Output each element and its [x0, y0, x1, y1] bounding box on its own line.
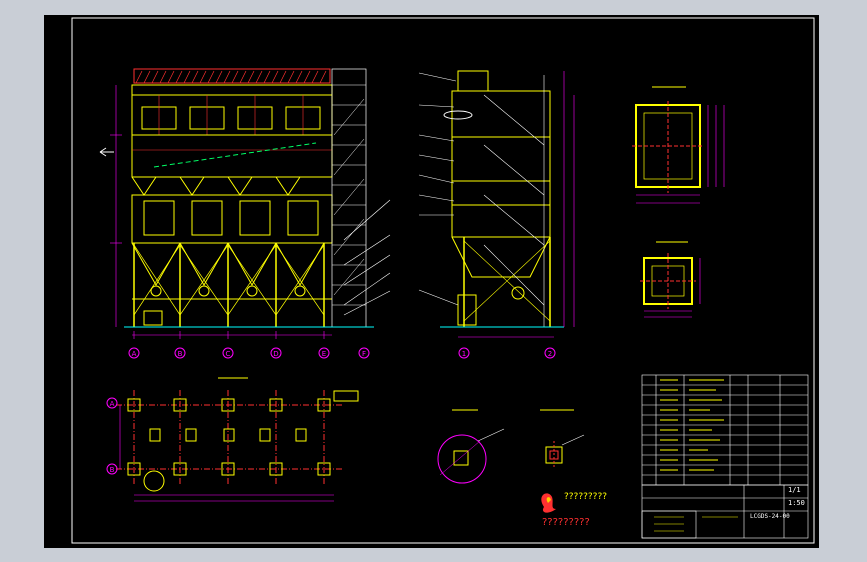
detail-flange	[640, 241, 701, 318]
axis-label-d: D	[273, 350, 278, 358]
circular-section-detail	[437, 409, 505, 484]
front-axis-bubbles: A B C D E F	[128, 347, 370, 359]
plan-axis-bubbles: A B	[106, 397, 118, 475]
side-axis-label-2: 2	[548, 350, 552, 358]
logo-text: ?????????	[564, 492, 607, 502]
foundation-plan	[116, 377, 359, 502]
detail-upper	[632, 86, 725, 204]
drawing-border	[71, 17, 815, 544]
parts-list-table	[641, 374, 809, 486]
front-elevation	[99, 68, 374, 328]
flue-line	[153, 142, 317, 168]
side-axis-label-1: 1	[462, 350, 466, 358]
project-code: LCGDS-24-00	[750, 513, 790, 520]
scale-value: 1:50	[788, 499, 805, 507]
drawing-canvas[interactable]: A B C D E F 1 2 A B ????????? ????????? …	[44, 15, 819, 548]
axis-label-c: C	[226, 350, 231, 358]
side-elevation	[440, 70, 564, 328]
axis-label-f: F	[362, 350, 366, 358]
axis-label-e: E	[322, 350, 326, 358]
logo-caption: ?????????	[542, 517, 590, 528]
title-block	[641, 484, 809, 539]
plan-axis-label-b: B	[110, 466, 115, 474]
plan-axis-label-a: A	[110, 400, 115, 408]
company-logo: ????????? ?????????	[541, 492, 607, 528]
front-leaders	[343, 199, 391, 316]
side-dimensions	[458, 71, 575, 338]
cad-drawing: A B C D E F 1 2 A B ????????? ????????? …	[71, 17, 815, 544]
axis-label-b: B	[178, 350, 183, 358]
anchor-bolt-detail	[540, 409, 585, 469]
flame-icon	[541, 493, 556, 513]
sheet-number: 1/1	[788, 486, 801, 494]
axis-label-a: A	[132, 350, 137, 358]
side-axis-bubbles: 1 2	[458, 347, 556, 359]
